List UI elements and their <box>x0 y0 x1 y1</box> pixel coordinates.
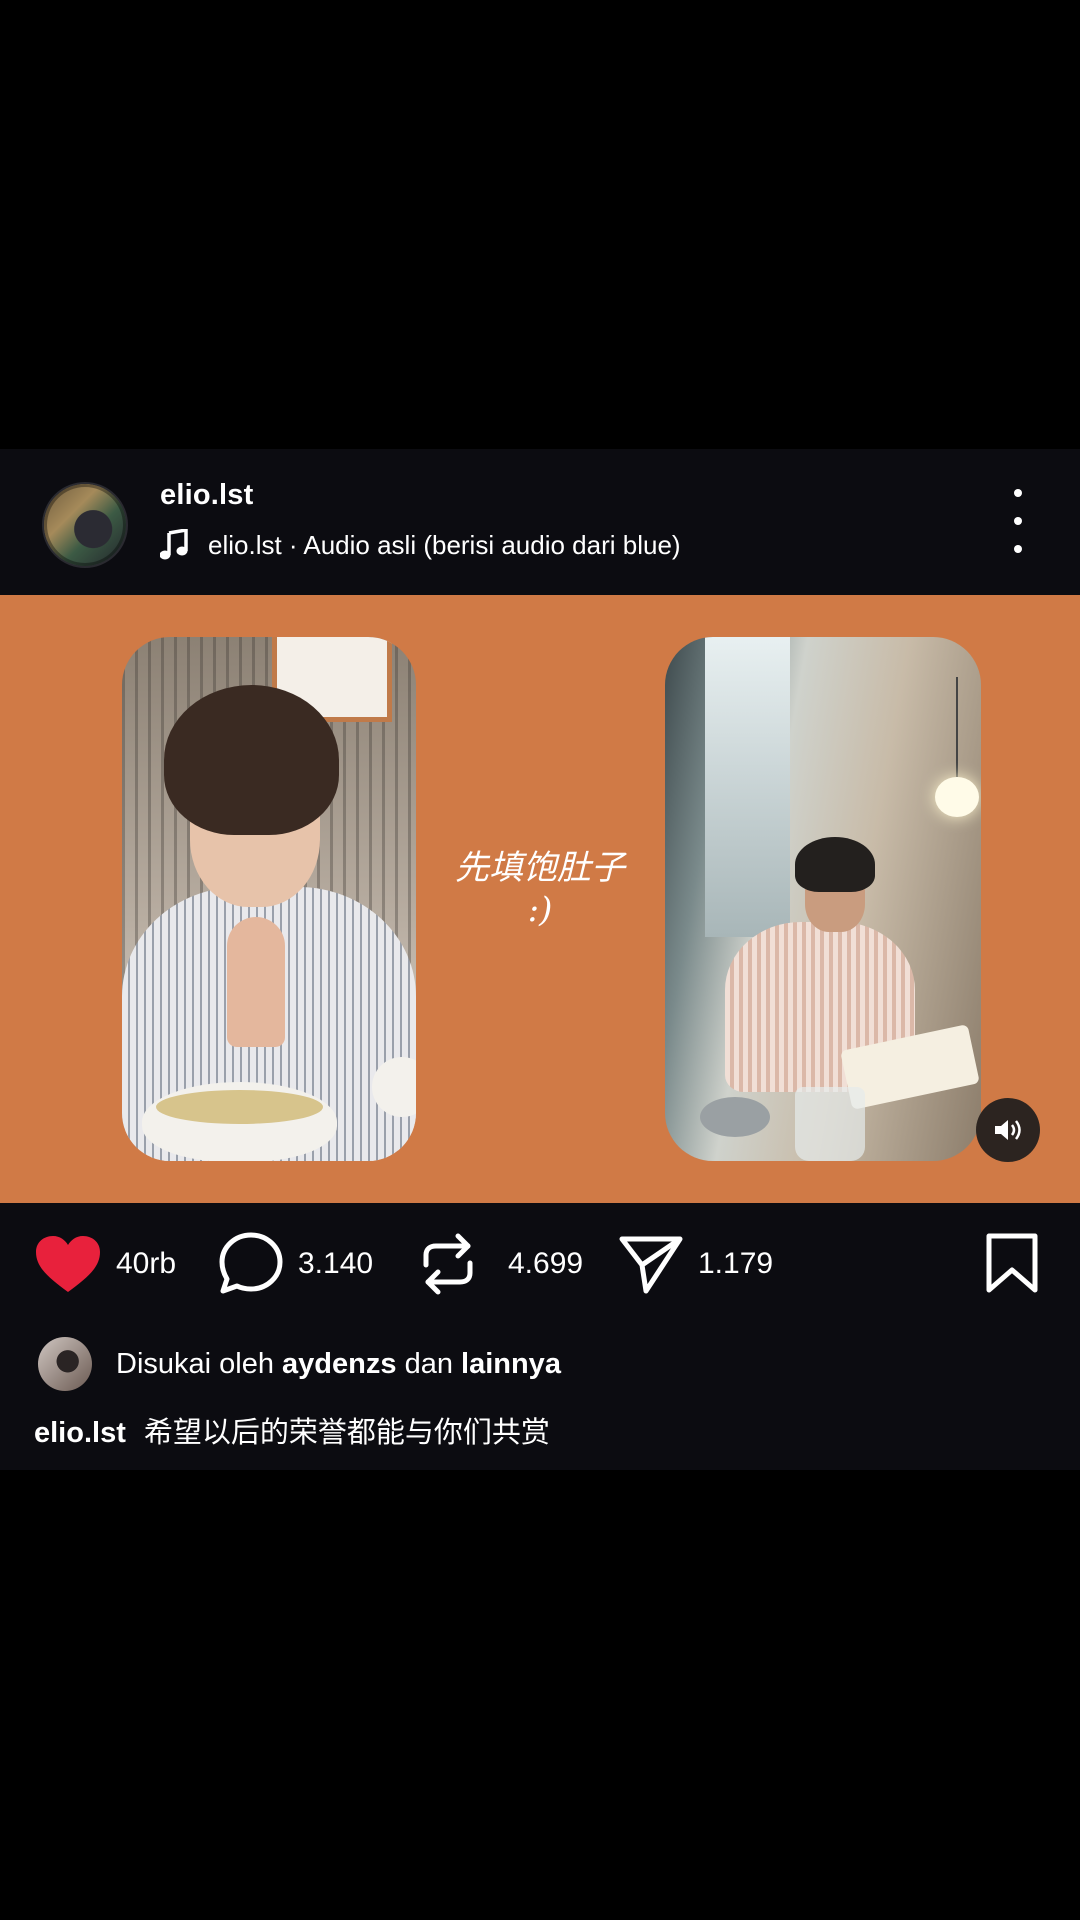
photo-right <box>665 637 981 1161</box>
audio-attribution[interactable]: elio.lst · Audio asli (berisi audio dari… <box>160 527 681 563</box>
like-count: 40rb <box>116 1247 177 1280</box>
volume-icon <box>995 1120 1021 1140</box>
repost-count: 4.699 <box>508 1247 584 1280</box>
mute-toggle-button[interactable] <box>976 1098 1040 1162</box>
media-overlay-text: 先填饱肚子 :) <box>455 848 625 930</box>
comment-button[interactable]: 3.140 <box>218 1222 373 1306</box>
heart-icon <box>36 1236 100 1292</box>
post-media[interactable]: 先填饱肚子 :) <box>0 595 1080 1203</box>
action-bar: 40rb 3.140 4.699 1.179 <box>0 1222 1080 1306</box>
comment-icon <box>219 1232 283 1294</box>
post-caption: elio.lst 希望以后的荣誉都能与你们共赏 <box>34 1409 550 1451</box>
liker-avatar <box>38 1337 92 1391</box>
photo-left <box>122 637 416 1161</box>
repost-button[interactable]: 4.699 <box>418 1222 583 1306</box>
share-count: 1.179 <box>698 1247 774 1280</box>
more-vertical-icon <box>1014 489 1022 497</box>
share-icon <box>619 1236 683 1294</box>
liked-by-others[interactable]: lainnya <box>461 1348 561 1381</box>
share-button[interactable]: 1.179 <box>618 1222 773 1306</box>
liked-by[interactable]: Disukai oleh aydenzs dan lainnya <box>38 1337 561 1391</box>
more-options-button[interactable] <box>1000 489 1036 553</box>
bookmark-icon[interactable] <box>985 1232 1039 1294</box>
like-button[interactable]: 40rb <box>34 1222 176 1306</box>
caption-text: 希望以后的荣誉都能与你们共赏 <box>143 1415 550 1449</box>
post-card: elio.lst elio.lst · Audio asli (berisi a… <box>0 449 1080 1470</box>
profile-avatar[interactable] <box>42 482 128 568</box>
music-note-icon <box>160 529 188 560</box>
liked-by-connector: dan <box>404 1347 453 1380</box>
caption-username[interactable]: elio.lst <box>34 1417 126 1449</box>
audio-label: elio.lst · Audio asli (berisi audio dari… <box>208 529 681 560</box>
liked-by-user[interactable]: aydenzs <box>282 1348 396 1381</box>
liked-by-prefix: Disukai oleh <box>116 1347 274 1380</box>
post-username[interactable]: elio.lst <box>160 479 253 512</box>
repost-icon <box>423 1233 473 1295</box>
comment-count: 3.140 <box>298 1247 374 1280</box>
